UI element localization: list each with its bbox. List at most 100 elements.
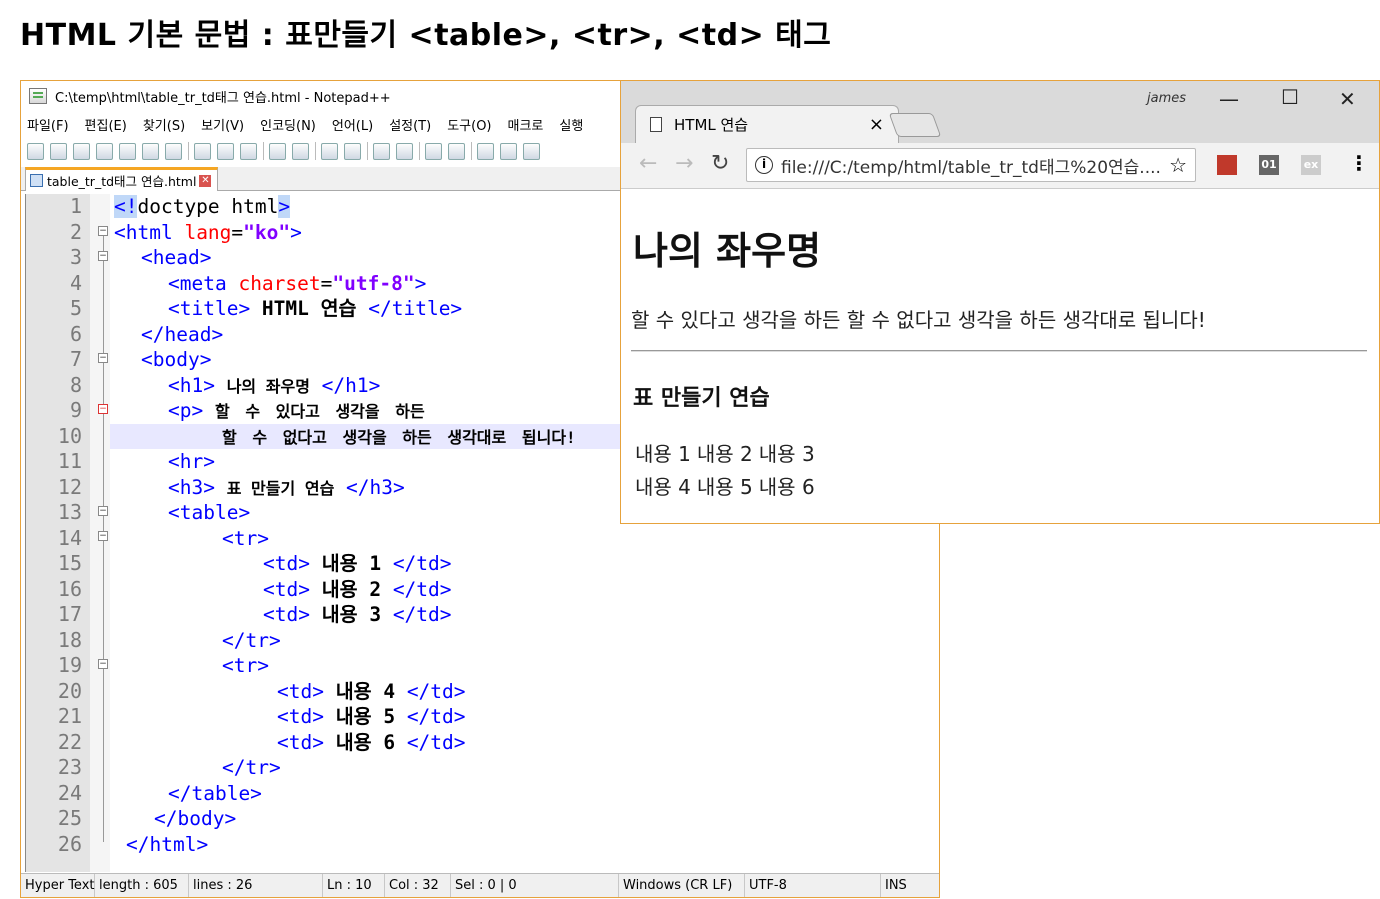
open-file-icon[interactable] bbox=[50, 142, 67, 160]
save-icon[interactable] bbox=[73, 142, 90, 160]
menu-encoding[interactable]: 인코딩(N) bbox=[260, 115, 316, 134]
close-all-icon[interactable] bbox=[142, 142, 159, 160]
menu-run[interactable]: 실행 bbox=[559, 115, 583, 134]
new-file-icon[interactable] bbox=[27, 142, 44, 160]
new-tab-button[interactable] bbox=[888, 113, 942, 137]
print-icon[interactable] bbox=[165, 142, 182, 160]
code-line-25: </body> bbox=[154, 807, 237, 830]
menu-language[interactable]: 언어(L) bbox=[332, 115, 373, 134]
code-line-15: <td> 내용 1 </td> bbox=[263, 551, 452, 577]
code-token: <td> bbox=[277, 705, 336, 728]
line-number: 26 bbox=[57, 831, 82, 856]
code-token: 내용 3 bbox=[321, 603, 382, 626]
maximize-icon[interactable]: ☐ bbox=[1281, 85, 1299, 109]
code-token: 할 수 있다고 생각을 하든 bbox=[214, 402, 425, 421]
code-line-24: </table> bbox=[168, 781, 262, 805]
code-line-22: <td> 내용 6 </td> bbox=[277, 730, 466, 756]
word-wrap-icon[interactable] bbox=[477, 142, 494, 160]
paste-icon[interactable] bbox=[240, 142, 257, 160]
line-number: 17 bbox=[57, 602, 82, 626]
code-token: </td> bbox=[395, 730, 466, 754]
file-tab[interactable]: table_tr_td태그 연습.html ✕ bbox=[25, 167, 219, 191]
close-window-icon[interactable]: ✕ bbox=[1339, 87, 1356, 111]
code-line-21: <td> 내용 5 </td> bbox=[277, 704, 466, 730]
tab-close-icon[interactable]: × bbox=[869, 114, 884, 135]
line-number: 15 bbox=[57, 551, 82, 575]
status-length: length : 605 bbox=[95, 874, 189, 897]
table-cell: 내용 2 bbox=[696, 442, 753, 466]
fold-toggle-icon[interactable]: − bbox=[98, 251, 108, 261]
save-all-icon[interactable] bbox=[96, 142, 113, 160]
table-cell: 내용 4 bbox=[635, 475, 691, 499]
profile-name[interactable]: james bbox=[1147, 91, 1186, 106]
status-column: Col : 32 bbox=[385, 874, 451, 897]
indent-guide-icon[interactable] bbox=[523, 142, 540, 160]
code-token: > bbox=[290, 220, 302, 244]
browser-tab[interactable]: HTML 연습 × bbox=[635, 105, 899, 143]
sync-horizontal-icon[interactable] bbox=[448, 142, 465, 160]
status-filetype: Hyper Text bbox=[21, 874, 95, 897]
code-token: <h1> bbox=[168, 373, 227, 397]
copy-icon[interactable] bbox=[217, 142, 234, 160]
code-token: </td> bbox=[381, 577, 452, 601]
menu-search[interactable]: 찾기(S) bbox=[143, 115, 185, 134]
toolbar-separator bbox=[471, 142, 472, 160]
menu-edit[interactable]: 편집(E) bbox=[85, 115, 127, 134]
bookmark-star-icon[interactable]: ☆ bbox=[1169, 153, 1187, 177]
fold-toggle-icon[interactable]: − bbox=[98, 404, 108, 414]
extension-ex-icon[interactable]: ex bbox=[1301, 155, 1321, 175]
tab-close-icon[interactable]: ✕ bbox=[199, 174, 212, 187]
preview-heading: 나의 좌우명 bbox=[633, 229, 822, 273]
menu-file[interactable]: 파일(F) bbox=[27, 115, 69, 134]
preview-paragraph: 할 수 있다고 생각을 하든 할 수 없다고 생각을 하든 생각대로 됩니다! bbox=[631, 308, 1206, 332]
code-token: = bbox=[231, 220, 244, 244]
cut-icon[interactable] bbox=[194, 142, 211, 160]
code-token: doctype html bbox=[137, 195, 279, 218]
menu-settings[interactable]: 설정(T) bbox=[389, 115, 431, 134]
extension-01-icon[interactable]: 01 bbox=[1259, 155, 1279, 175]
code-token: <meta bbox=[168, 271, 239, 295]
close-file-icon[interactable] bbox=[119, 142, 136, 160]
minimize-icon[interactable]: — bbox=[1219, 87, 1239, 111]
notepad-app-icon bbox=[29, 88, 47, 104]
file-saved-icon bbox=[30, 174, 43, 187]
line-number: 1 bbox=[69, 194, 82, 218]
undo-icon[interactable] bbox=[269, 142, 286, 160]
show-all-chars-icon[interactable] bbox=[500, 142, 517, 160]
replace-icon[interactable] bbox=[344, 142, 361, 160]
line-number: 21 bbox=[57, 704, 82, 728]
table-cell: 내용 6 bbox=[758, 475, 815, 499]
fold-toggle-icon[interactable]: − bbox=[98, 353, 108, 363]
back-icon[interactable]: ← bbox=[639, 151, 657, 176]
info-icon[interactable]: i bbox=[755, 156, 773, 174]
fold-toggle-icon[interactable]: − bbox=[98, 531, 108, 541]
code-token: </td> bbox=[395, 679, 466, 703]
fold-toggle-icon[interactable]: − bbox=[98, 659, 108, 669]
menu-dots-icon[interactable]: ⋮ bbox=[1349, 151, 1369, 175]
toolbar-separator bbox=[188, 142, 189, 160]
code-token: charset bbox=[238, 271, 321, 295]
code-token: = bbox=[320, 271, 333, 295]
notepad-statusbar: Hyper Text length : 605 lines : 26 Ln : … bbox=[21, 873, 939, 897]
zoom-out-icon[interactable] bbox=[396, 142, 413, 160]
line-number: 4 bbox=[69, 270, 82, 295]
zoom-in-icon[interactable] bbox=[373, 142, 390, 160]
fold-toggle-icon[interactable]: − bbox=[98, 226, 108, 236]
fold-toggle-icon[interactable]: − bbox=[98, 506, 108, 516]
toolbar-separator bbox=[367, 142, 368, 160]
menu-tools[interactable]: 도구(O) bbox=[447, 115, 491, 134]
table-row: 내용 1 내용 2 내용 3 bbox=[633, 436, 819, 469]
line-number: 18 bbox=[57, 627, 82, 652]
find-icon[interactable] bbox=[321, 142, 338, 160]
reload-icon[interactable]: ↻ bbox=[711, 151, 729, 176]
sync-vertical-icon[interactable] bbox=[425, 142, 442, 160]
menu-view[interactable]: 보기(V) bbox=[201, 115, 244, 134]
code-token: "utf-8" bbox=[332, 271, 415, 295]
toolbar-separator bbox=[419, 142, 420, 160]
menu-macro[interactable]: 매크로 bbox=[508, 115, 544, 134]
redo-icon[interactable] bbox=[292, 142, 309, 160]
forward-icon[interactable]: → bbox=[675, 151, 693, 176]
pdf-extension-icon[interactable] bbox=[1217, 155, 1237, 175]
document-icon bbox=[650, 117, 662, 132]
address-bar[interactable]: i file:///C:/temp/html/table_tr_td태그%20연… bbox=[746, 148, 1196, 182]
